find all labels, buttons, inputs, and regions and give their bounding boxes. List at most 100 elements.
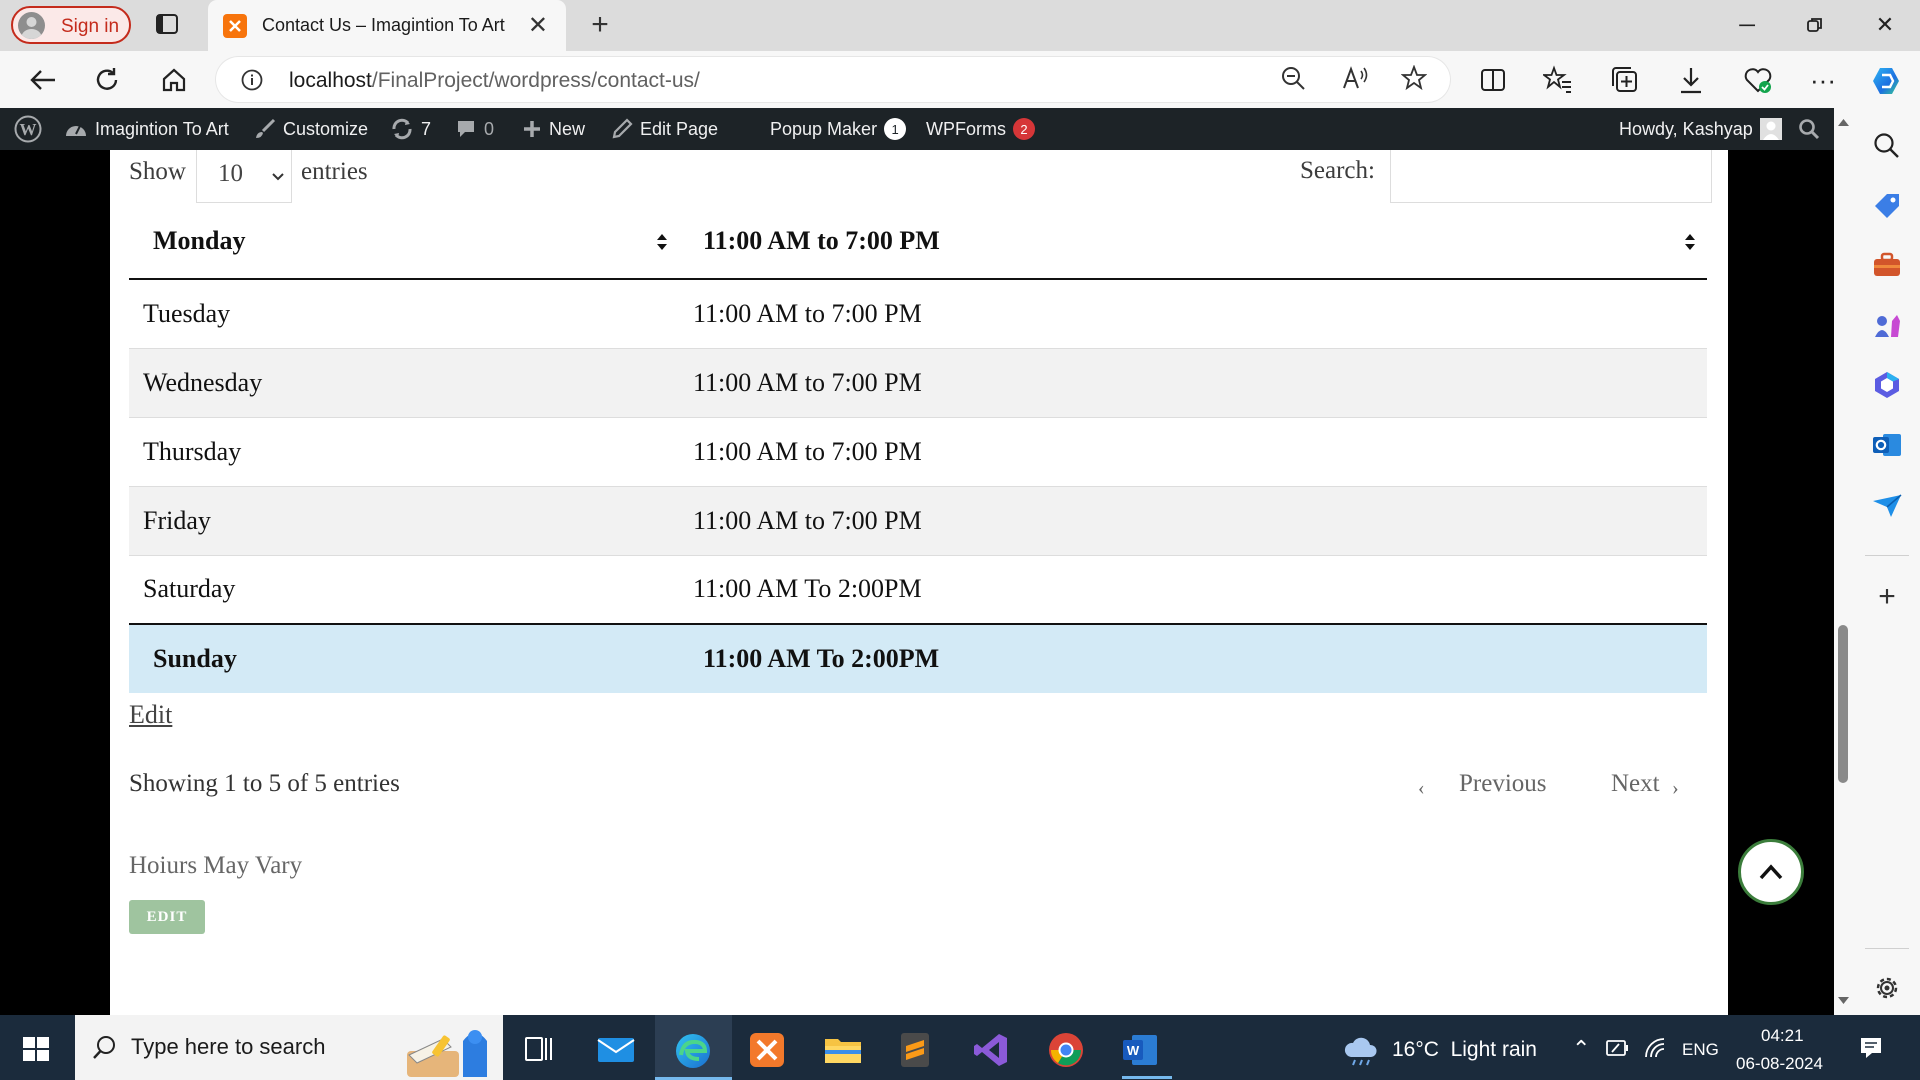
footer-hours-cell: 11:00 AM To 2:00PM: [679, 623, 1707, 693]
hours-cell: 11:00 AM to 7:00 PM: [679, 416, 1707, 486]
url-text[interactable]: localhost/FinalProject/wordpress/contact…: [289, 69, 700, 93]
wp-updates[interactable]: 7: [390, 108, 431, 150]
entries-length-select[interactable]: 10: [196, 150, 292, 203]
mail-app-icon[interactable]: [596, 1031, 635, 1067]
header-hours-label: 11:00 AM to 7:00 PM: [703, 225, 940, 255]
popup-maker-label: Popup Maker: [770, 118, 878, 139]
site-info-icon[interactable]: [241, 69, 263, 91]
wp-popup-maker[interactable]: Popup Maker 1: [770, 108, 907, 150]
next-button[interactable]: Next: [1611, 770, 1660, 798]
wp-admin-bar: W Imagintion To Art Customize 7 0 New Ed…: [0, 108, 1834, 150]
browser-essentials-icon[interactable]: [1743, 65, 1773, 95]
pagination-info: Showing 1 to 5 of 5 entries: [129, 770, 400, 797]
favorites-icon[interactable]: [1543, 65, 1573, 95]
updates-icon: [392, 118, 412, 140]
weather-text[interactable]: 16°C Light rain: [1392, 1038, 1537, 1062]
length-value: 10: [218, 160, 243, 187]
windows-start-icon[interactable]: [18, 1031, 54, 1067]
file-explorer-icon[interactable]: [823, 1031, 861, 1067]
svg-text:W: W: [20, 120, 37, 139]
scroll-to-top-button[interactable]: [1738, 839, 1804, 905]
edit-table-link[interactable]: Edit: [129, 700, 172, 730]
brush-icon: [256, 118, 276, 138]
updates-count: 7: [421, 118, 432, 139]
minimize-icon[interactable]: ─: [1722, 8, 1772, 42]
sublime-text-icon[interactable]: [897, 1031, 933, 1067]
zoom-out-icon[interactable]: [1280, 65, 1306, 91]
scroll-down-arrow-icon[interactable]: [1838, 997, 1849, 1005]
wp-edit-page[interactable]: Edit Page: [611, 108, 718, 150]
comments-count: 0: [484, 118, 495, 139]
tab-actions-icon[interactable]: [153, 10, 181, 38]
downloads-icon[interactable]: [1676, 65, 1706, 95]
wp-customize[interactable]: Customize: [254, 108, 368, 150]
chevron-down-icon: [272, 173, 284, 181]
word-running-indicator: [1122, 1076, 1172, 1079]
wifi-icon[interactable]: [1643, 1036, 1667, 1060]
battery-network-icon[interactable]: [1605, 1036, 1631, 1060]
customize-label: Customize: [283, 118, 369, 139]
task-view-icon[interactable]: [522, 1031, 558, 1067]
home-icon[interactable]: [155, 63, 193, 97]
read-aloud-icon[interactable]: [1342, 65, 1368, 91]
back-icon[interactable]: [24, 63, 62, 97]
add-sidebar-app-icon[interactable]: +: [1871, 580, 1903, 613]
wp-new[interactable]: New: [522, 108, 585, 150]
close-tab-icon[interactable]: ✕: [528, 11, 548, 40]
new-tab-icon[interactable]: +: [585, 8, 615, 41]
wp-wpforms[interactable]: WPForms 2: [926, 108, 1035, 150]
scroll-up-arrow-icon[interactable]: [1838, 118, 1849, 126]
notification-center-icon[interactable]: [1858, 1035, 1884, 1061]
page-scrollbar[interactable]: [1834, 108, 1853, 1015]
address-bar[interactable]: localhost/FinalProject/wordpress/contact…: [215, 56, 1451, 103]
day-cell: Wednesday: [129, 347, 679, 417]
games-chess-icon[interactable]: [1871, 309, 1903, 341]
close-window-icon[interactable]: ✕: [1860, 8, 1910, 42]
edit-button[interactable]: EDIT: [129, 900, 205, 934]
language-indicator[interactable]: ENG: [1682, 1040, 1719, 1060]
split-screen-icon[interactable]: [1478, 65, 1508, 95]
outlook-icon[interactable]: [1871, 429, 1903, 461]
copilot-icon[interactable]: [1870, 65, 1900, 95]
clock-time[interactable]: 04:21: [1761, 1026, 1804, 1046]
previous-button[interactable]: Previous: [1459, 770, 1547, 798]
table-row: Tuesday 11:00 AM to 7:00 PM: [129, 278, 1707, 348]
shopping-tag-icon[interactable]: [1871, 190, 1903, 222]
wp-site-name[interactable]: Imagintion To Art: [64, 108, 229, 150]
table-search-input[interactable]: [1390, 150, 1712, 203]
show-hidden-icons-chevron-icon[interactable]: ⌃: [1572, 1036, 1590, 1062]
header-hours[interactable]: 11:00 AM to 7:00 PM: [679, 203, 1707, 280]
collections-icon[interactable]: [1610, 65, 1640, 95]
wordpress-logo-icon[interactable]: W: [14, 108, 42, 150]
sign-in-button[interactable]: Sign in: [11, 6, 131, 44]
more-options-icon[interactable]: ···: [1808, 65, 1838, 95]
refresh-icon[interactable]: [88, 63, 126, 97]
sidebar-search-icon[interactable]: [1871, 130, 1903, 162]
edge-sidebar: +: [1853, 108, 1920, 1015]
scrollbar-thumb[interactable]: [1838, 625, 1848, 783]
send-arrow-icon[interactable]: [1871, 489, 1903, 521]
xampp-app-icon[interactable]: [748, 1031, 784, 1067]
favorite-star-icon[interactable]: [1401, 65, 1427, 91]
day-cell: Thursday: [129, 416, 679, 486]
sidebar-divider: [1865, 948, 1909, 949]
hours-note: Hoiurs May Vary: [129, 852, 303, 879]
clock-date[interactable]: 06-08-2024: [1736, 1054, 1823, 1074]
wp-search-icon[interactable]: [1798, 108, 1820, 150]
table-row: Wednesday 11:00 AM to 7:00 PM: [129, 347, 1707, 417]
url-path: /FinalProject/wordpress/contact-us/: [371, 69, 700, 92]
wp-comments[interactable]: 0: [455, 108, 494, 150]
wp-account[interactable]: Howdy, Kashyap: [1619, 108, 1782, 150]
restore-icon[interactable]: [1790, 8, 1840, 42]
header-day[interactable]: Monday: [129, 203, 679, 280]
visual-studio-icon[interactable]: [972, 1031, 1008, 1067]
active-tab[interactable]: Contact Us – Imagintion To Art ✕: [208, 0, 566, 51]
taskbar-search-box[interactable]: Type here to search: [75, 1015, 503, 1080]
sidebar-settings-gear-icon[interactable]: [1871, 972, 1903, 1004]
edge-browser-icon[interactable]: [673, 1031, 710, 1068]
chrome-icon[interactable]: [1047, 1031, 1083, 1067]
word-icon[interactable]: W: [1121, 1031, 1157, 1067]
tools-briefcase-icon[interactable]: [1871, 249, 1903, 281]
microsoft-365-icon[interactable]: [1871, 369, 1903, 401]
weather-cloud-icon[interactable]: [1342, 1031, 1378, 1067]
